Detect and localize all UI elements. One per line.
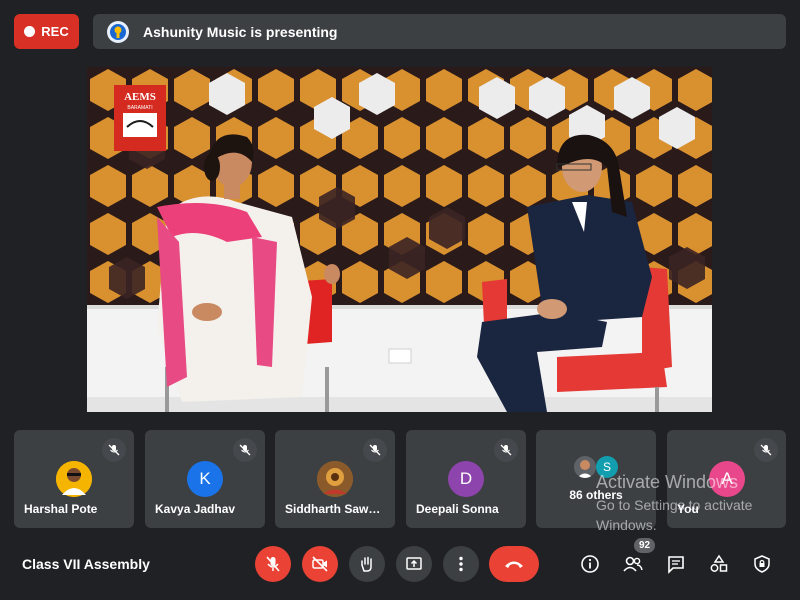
mic-toggle-button[interactable] bbox=[255, 546, 291, 582]
participant-strip: Harshal Pote K Kavya Jadhav Siddharth Sa… bbox=[14, 430, 786, 528]
people-button[interactable] bbox=[620, 551, 646, 577]
leave-call-button[interactable] bbox=[489, 546, 539, 582]
logo-text: AEMS bbox=[124, 91, 156, 103]
presenting-banner: Ashunity Music is presenting bbox=[93, 14, 786, 49]
more-vert-icon bbox=[459, 556, 463, 572]
mic-muted-icon bbox=[494, 438, 518, 462]
camera-toggle-button[interactable] bbox=[302, 546, 338, 582]
hang-up-icon bbox=[505, 561, 523, 568]
chat-button[interactable] bbox=[663, 551, 689, 577]
participant-name: Deepali Sonna bbox=[416, 502, 499, 516]
mic-off-icon bbox=[266, 556, 280, 572]
avatar: S bbox=[596, 456, 618, 478]
presentation-video-frame: AEMS BARAMATI bbox=[87, 67, 712, 412]
present-screen-button[interactable] bbox=[396, 546, 432, 582]
participant-name: Kavya Jadhav bbox=[155, 502, 236, 516]
meeting-title: Class VII Assembly bbox=[22, 556, 150, 572]
participant-name: Siddharth Saw… bbox=[285, 502, 381, 516]
participant-tile[interactable]: Harshal Pote bbox=[14, 430, 134, 528]
mic-muted-icon bbox=[754, 438, 778, 462]
chat-icon bbox=[668, 556, 684, 574]
avatar bbox=[56, 461, 92, 497]
record-dot-icon bbox=[24, 26, 36, 37]
others-count: 86 others bbox=[569, 488, 623, 502]
avatar bbox=[574, 456, 596, 478]
more-options-button[interactable] bbox=[443, 546, 479, 582]
logo-subtext: BARAMATI bbox=[127, 105, 152, 111]
people-icon bbox=[623, 556, 643, 572]
hand-icon bbox=[361, 556, 372, 572]
mic-muted-icon bbox=[102, 438, 126, 462]
others-tile[interactable]: S 86 others bbox=[536, 430, 656, 528]
avatar-initial: K bbox=[199, 469, 211, 488]
presenter-logo-icon bbox=[110, 23, 126, 40]
presenter-avatar bbox=[107, 20, 129, 43]
raise-hand-button[interactable] bbox=[349, 546, 385, 582]
avatar: A bbox=[709, 461, 745, 497]
avatar-initial: D bbox=[459, 469, 473, 488]
info-icon bbox=[581, 555, 599, 573]
participant-tile[interactable]: K Kavya Jadhav bbox=[145, 430, 265, 528]
recording-label: REC bbox=[41, 24, 69, 39]
activities-button[interactable] bbox=[706, 551, 732, 577]
participant-tile[interactable]: D Deepali Sonna bbox=[406, 430, 526, 528]
participant-tile[interactable]: Siddharth Saw… bbox=[275, 430, 395, 528]
avatar: K bbox=[187, 461, 223, 497]
presenting-text: Ashunity Music is presenting bbox=[143, 23, 338, 40]
avatar: D bbox=[448, 461, 484, 497]
meeting-details-button[interactable] bbox=[577, 551, 603, 577]
avatar-initial: A bbox=[721, 469, 733, 488]
shield-lock-icon bbox=[754, 555, 770, 573]
shared-screen: AEMS BARAMATI bbox=[87, 67, 712, 412]
people-count-badge: 92 bbox=[634, 538, 656, 553]
self-tile[interactable]: A You bbox=[667, 430, 786, 528]
mic-muted-icon bbox=[233, 438, 257, 462]
mic-muted-icon bbox=[363, 438, 387, 462]
avatar bbox=[317, 461, 353, 497]
activities-icon bbox=[710, 554, 728, 572]
recording-indicator[interactable]: REC bbox=[14, 14, 79, 49]
camera-off-icon bbox=[312, 556, 328, 572]
participant-name: Harshal Pote bbox=[24, 502, 98, 516]
host-controls-button[interactable] bbox=[749, 551, 775, 577]
school-logo: AEMS BARAMATI bbox=[114, 85, 166, 151]
participant-name: You bbox=[677, 502, 699, 516]
avatar-initial: S bbox=[602, 460, 611, 474]
present-icon bbox=[406, 557, 422, 570]
